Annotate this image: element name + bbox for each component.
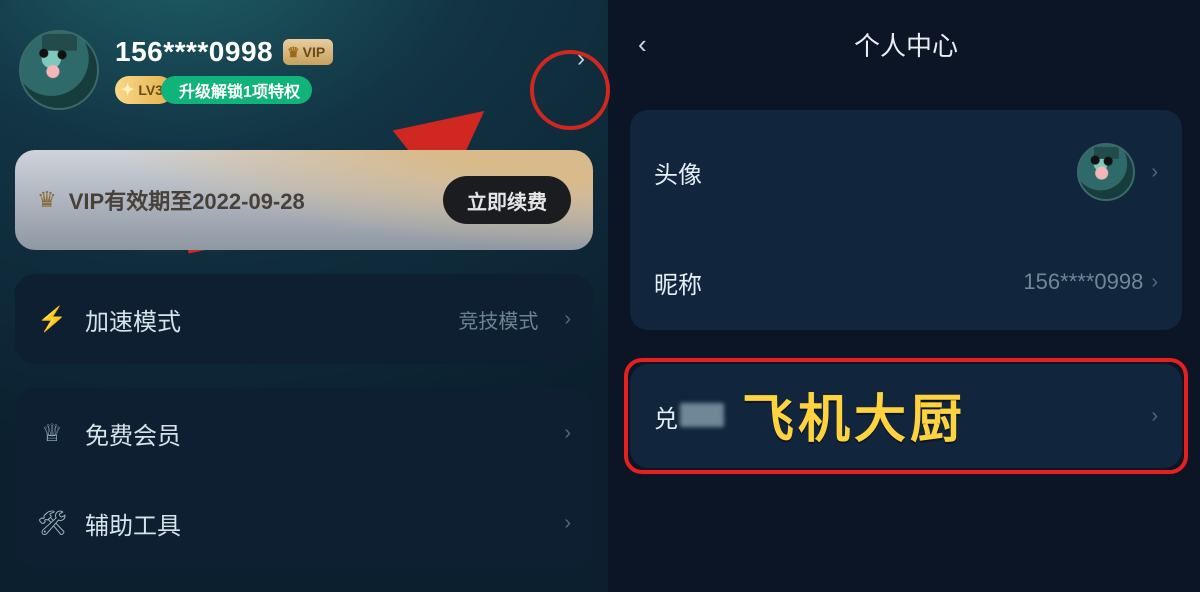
chevron-right-icon: › xyxy=(1151,161,1158,184)
vip-badge-text: VIP xyxy=(303,44,326,60)
chevron-right-icon: › xyxy=(564,308,571,331)
chevron-right-icon: › xyxy=(564,422,571,445)
avatar[interactable] xyxy=(19,30,99,110)
row-label: 免费会员 xyxy=(85,416,538,451)
row-value: 156****0998 xyxy=(1023,269,1143,295)
row-label: 昵称 xyxy=(654,265,1023,300)
chevron-right-icon: › xyxy=(1151,271,1158,294)
row-free-member[interactable]: ♕ 免费会员 › xyxy=(37,388,571,478)
star-icon: ✦ xyxy=(121,80,134,100)
crown-icon: ♛ xyxy=(37,187,57,213)
row-label: 加速模式 xyxy=(85,302,440,337)
redeem-code-card: 兑 › 飞机大厨 xyxy=(630,364,1182,468)
profile-card: 头像 › 昵称 156****0998 › xyxy=(630,110,1182,330)
row-label: 兑 xyxy=(654,399,724,434)
home-pane: 156****0998 ♛ VIP ✦ LV3 升级解锁1项特权 › xyxy=(0,0,608,592)
nav-bar: ‹ 个人中心 xyxy=(630,20,1182,68)
page-title: 个人中心 xyxy=(630,26,1182,63)
level-text: LV3 xyxy=(138,82,163,98)
renew-button[interactable]: 立即续费 xyxy=(443,176,571,224)
settings-list-2: ♕ 免费会员 › 🛠 辅助工具 › xyxy=(15,388,593,568)
row-avatar[interactable]: 头像 › xyxy=(654,110,1158,234)
row-nickname[interactable]: 昵称 156****0998 › xyxy=(654,234,1158,330)
vip-card: ♛ VIP有效期至2022-09-28 立即续费 xyxy=(15,150,593,250)
crown-icon: ♛ xyxy=(287,44,300,61)
row-tools[interactable]: 🛠 辅助工具 › xyxy=(37,478,571,568)
obscured-text xyxy=(680,403,724,427)
profile-text-block: 156****0998 ♛ VIP ✦ LV3 升级解锁1项特权 xyxy=(115,36,583,104)
crown-outline-icon: ♕ xyxy=(37,419,67,448)
upgrade-pill[interactable]: 升级解锁1项特权 xyxy=(161,76,312,104)
chevron-right-icon[interactable]: › xyxy=(577,45,585,73)
profile-center-pane: ‹ 个人中心 头像 › 昵称 156****0998 › 兑 › 飞机大厨 xyxy=(612,0,1200,592)
chevron-right-icon: › xyxy=(564,512,571,535)
row-label: 头像 xyxy=(654,155,1077,190)
row-accel-mode[interactable]: ⚡ 加速模式 竞技模式 › xyxy=(37,274,571,364)
username-label: 156****0998 xyxy=(115,36,273,68)
bolt-icon: ⚡ xyxy=(37,305,67,334)
avatar xyxy=(1077,143,1135,201)
vip-badge: ♛ VIP xyxy=(283,39,333,65)
vip-expiry-text: VIP有效期至2022-09-28 xyxy=(69,184,431,216)
row-redeem-code[interactable]: 兑 › xyxy=(654,364,1158,468)
profile-row[interactable]: 156****0998 ♛ VIP ✦ LV3 升级解锁1项特权 › xyxy=(15,8,593,110)
settings-list-1: ⚡ 加速模式 竞技模式 › xyxy=(15,274,593,364)
wrench-icon: 🛠 xyxy=(37,509,67,538)
chevron-right-icon: › xyxy=(1151,405,1158,428)
row-label: 辅助工具 xyxy=(85,506,538,541)
row-value: 竞技模式 xyxy=(458,305,538,334)
